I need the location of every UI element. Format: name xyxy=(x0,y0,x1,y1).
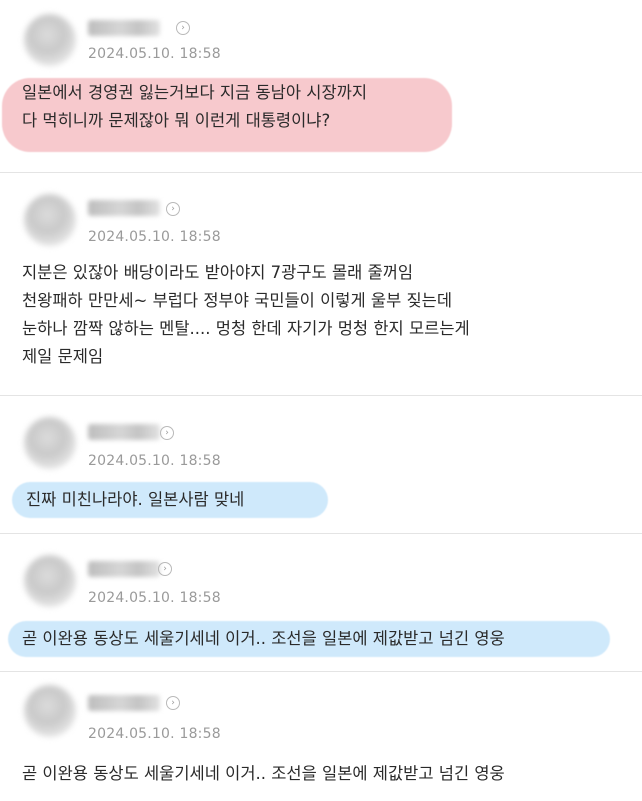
comment-item: › 2024.05.10. 18:58 일본에서 경영권 잃는거보다 지금 동남… xyxy=(0,0,642,173)
comment-line: 눈하나 깜짝 않하는 멘탈.... 멍청 한데 자기가 멍청 한지 모르는게 xyxy=(22,319,470,338)
comment-line: 다 먹히니까 문제잖아 뭐 이런게 대통령이냐? xyxy=(22,111,331,130)
comment-line: 진짜 미친나라야. 일본사람 맞네 xyxy=(26,490,245,509)
comment-item: › 2024.05.10. 18:58 곧 이완용 동상도 세울기세네 이거..… xyxy=(0,533,642,672)
avatar[interactable] xyxy=(24,194,76,246)
author-nickname[interactable] xyxy=(88,424,160,440)
comment-text: 곧 이완용 동상도 세울기세네 이거.. 조선을 일본에 제값받고 넘긴 영웅 xyxy=(22,625,505,653)
profile-arrow-icon[interactable]: › xyxy=(160,426,174,440)
avatar[interactable] xyxy=(24,417,76,469)
author-nickname[interactable] xyxy=(88,695,160,711)
comment-text: 일본에서 경영권 잃는거보다 지금 동남아 시장까지 다 먹히니까 문제잖아 뭐… xyxy=(22,79,367,135)
profile-arrow-icon[interactable]: › xyxy=(158,562,172,576)
comment-item: › 2024.05.10. 18:58 곧 이완용 동상도 세울기세네 이거..… xyxy=(0,671,642,801)
profile-arrow-icon[interactable]: › xyxy=(166,696,180,710)
comment-line: 지분은 있잖아 배당이라도 받아야지 7광구도 몰래 줄꺼임 xyxy=(22,263,414,282)
comment-text: 지분은 있잖아 배당이라도 받아야지 7광구도 몰래 줄꺼임 천왕패하 만만세~… xyxy=(22,259,470,371)
comment-item: › 2024.05.10. 18:58 지분은 있잖아 배당이라도 받아야지 7… xyxy=(0,172,642,396)
comment-line: 일본에서 경영권 잃는거보다 지금 동남아 시장까지 xyxy=(22,83,368,102)
author-nickname[interactable] xyxy=(88,20,160,36)
comment-line: 천왕패하 만만세~ 부럽다 정부야 국민들이 이렇게 울부 짖는데 xyxy=(22,291,453,310)
comment-date: 2024.05.10. 18:58 xyxy=(88,590,221,606)
comment-line: 제일 문제임 xyxy=(22,347,104,366)
avatar[interactable] xyxy=(24,685,76,737)
author-nickname[interactable] xyxy=(88,561,160,577)
avatar[interactable] xyxy=(24,555,76,607)
profile-arrow-icon[interactable]: › xyxy=(166,202,180,216)
comment-text: 진짜 미친나라야. 일본사람 맞네 xyxy=(26,486,244,514)
author-nickname[interactable] xyxy=(88,200,160,216)
comment-line: 곧 이완용 동상도 세울기세네 이거.. 조선을 일본에 제값받고 넘긴 영웅 xyxy=(22,764,505,783)
comment-date: 2024.05.10. 18:58 xyxy=(88,453,221,469)
comment-line: 곧 이완용 동상도 세울기세네 이거.. 조선을 일본에 제값받고 넘긴 영웅 xyxy=(22,629,505,648)
avatar[interactable] xyxy=(24,14,76,66)
comment-date: 2024.05.10. 18:58 xyxy=(88,229,221,245)
comment-date: 2024.05.10. 18:58 xyxy=(88,726,221,742)
profile-arrow-icon[interactable]: › xyxy=(176,21,190,35)
comment-text: 곧 이완용 동상도 세울기세네 이거.. 조선을 일본에 제값받고 넘긴 영웅 xyxy=(22,760,505,788)
comment-item: › 2024.05.10. 18:58 진짜 미친나라야. 일본사람 맞네 xyxy=(0,395,642,534)
comment-date: 2024.05.10. 18:58 xyxy=(88,46,221,62)
